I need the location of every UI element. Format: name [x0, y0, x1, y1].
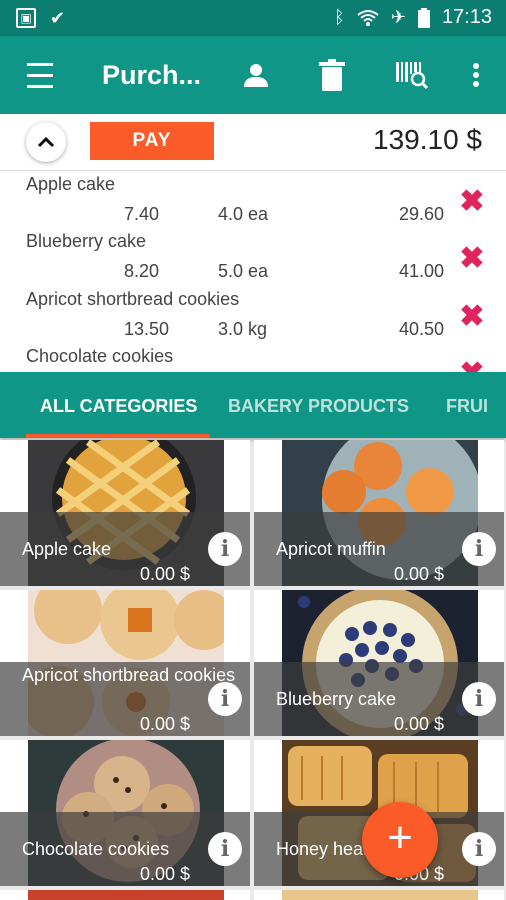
remove-icon[interactable]: ✖	[458, 244, 486, 274]
product-price: 0.00 $	[393, 564, 444, 584]
cart-item-name: Apple cake	[26, 174, 116, 194]
tab-fruits[interactable]: FRUI	[446, 372, 488, 438]
add-product-button[interactable]: +	[362, 802, 438, 878]
cart-item[interactable]: Chocolate cookies ✖	[0, 346, 506, 372]
battery-icon	[417, 7, 430, 28]
cart-panel: PAY 139.10 $ Apple cake 7.40 4.0 ea 29.6…	[0, 114, 506, 372]
cart-item[interactable]: Blueberry cake 8.20 5.0 ea 41.00 ✖	[0, 231, 506, 289]
page-title: Purch...	[102, 60, 202, 90]
tab-all-categories[interactable]: ALL CATEGORIES	[40, 372, 197, 438]
product-name: Honey hear	[276, 839, 370, 859]
cart-item-qty: 5.0 ea	[218, 261, 269, 281]
cart-item-price: 7.40	[124, 204, 160, 224]
product-name: Apricot shortbread cookies	[22, 665, 236, 685]
airplane-icon: ✈	[390, 7, 406, 27]
product-card[interactable]: Blueberry cake 0.00 $ i	[254, 590, 504, 736]
product-price: 0.00 $	[393, 714, 444, 734]
cart-header: PAY 139.10 $	[0, 114, 506, 170]
category-tabs: ALL CATEGORIES BAKERY PRODUCTS FRUI	[0, 372, 506, 438]
product-card[interactable]	[0, 890, 250, 900]
divider	[0, 170, 506, 171]
status-time: 17:13	[441, 6, 492, 28]
status-bar: ▣ ✔ ᛒ ✈ 17:13	[0, 0, 506, 36]
info-icon[interactable]: i	[208, 532, 242, 566]
cart-item-sum: 41.00	[398, 261, 444, 281]
trash-icon[interactable]	[312, 36, 352, 114]
more-vert-icon[interactable]	[456, 36, 496, 114]
cart-total: 139.10 $	[373, 124, 482, 155]
cart-item-name: Apricot shortbread cookies	[26, 289, 240, 309]
product-photo	[28, 890, 224, 900]
pay-button[interactable]: PAY	[90, 122, 214, 160]
barcode-scan-icon[interactable]	[388, 36, 436, 114]
info-icon[interactable]: i	[462, 532, 496, 566]
chevron-up-icon	[37, 136, 55, 148]
remove-icon[interactable]: ✖	[458, 359, 486, 373]
bluetooth-icon: ᛒ	[334, 7, 345, 27]
cart-item-name: Chocolate cookies	[26, 346, 174, 366]
product-name: Blueberry cake	[276, 689, 397, 709]
remove-icon[interactable]: ✖	[458, 302, 486, 332]
cart-item-name: Blueberry cake	[26, 231, 147, 251]
cart-item-price: 13.50	[124, 319, 170, 339]
cart-item-qty: 3.0 kg	[218, 319, 268, 339]
info-icon[interactable]: i	[462, 682, 496, 716]
product-name: Chocolate cookies	[22, 839, 170, 859]
wifi-icon	[357, 9, 379, 26]
product-card[interactable]: Chocolate cookies 0.00 $ i	[0, 740, 250, 886]
product-card[interactable]: Apple cake 0.00 $ i	[0, 440, 250, 586]
remove-icon[interactable]: ✖	[458, 187, 486, 217]
product-price: 0.00 $	[139, 864, 190, 884]
product-price: 0.00 $	[139, 564, 190, 584]
product-card[interactable]: Apricot shortbread cookies 0.00 $ i	[0, 590, 250, 736]
check-notification-icon: ✔	[50, 8, 66, 28]
info-icon[interactable]: i	[208, 832, 242, 866]
app-toolbar: Purch...	[0, 36, 506, 114]
gallery-icon: ▣	[16, 8, 36, 28]
product-photo	[282, 890, 478, 900]
tab-bakery-products[interactable]: BAKERY PRODUCTS	[228, 372, 409, 438]
cart-item-qty: 4.0 ea	[218, 204, 269, 224]
product-card[interactable]: Apricot muffin 0.00 $ i	[254, 440, 504, 586]
product-card[interactable]	[254, 890, 504, 900]
info-icon[interactable]: i	[208, 682, 242, 716]
cart-item-sum: 40.50	[398, 319, 444, 339]
product-name: Apple cake	[22, 539, 112, 559]
cart-item[interactable]: Apricot shortbread cookies 13.50 3.0 kg …	[0, 289, 506, 347]
menu-icon[interactable]	[20, 36, 60, 114]
cart-item-sum: 29.60	[398, 204, 444, 224]
person-icon[interactable]	[236, 36, 276, 114]
cart-item[interactable]: Apple cake 7.40 4.0 ea 29.60 ✖	[0, 174, 506, 232]
product-price: 0.00 $	[139, 714, 190, 734]
cart-item-price: 8.20	[124, 261, 160, 281]
collapse-cart-button[interactable]	[26, 122, 66, 162]
product-name: Apricot muffin	[276, 539, 386, 559]
info-icon[interactable]: i	[462, 832, 496, 866]
